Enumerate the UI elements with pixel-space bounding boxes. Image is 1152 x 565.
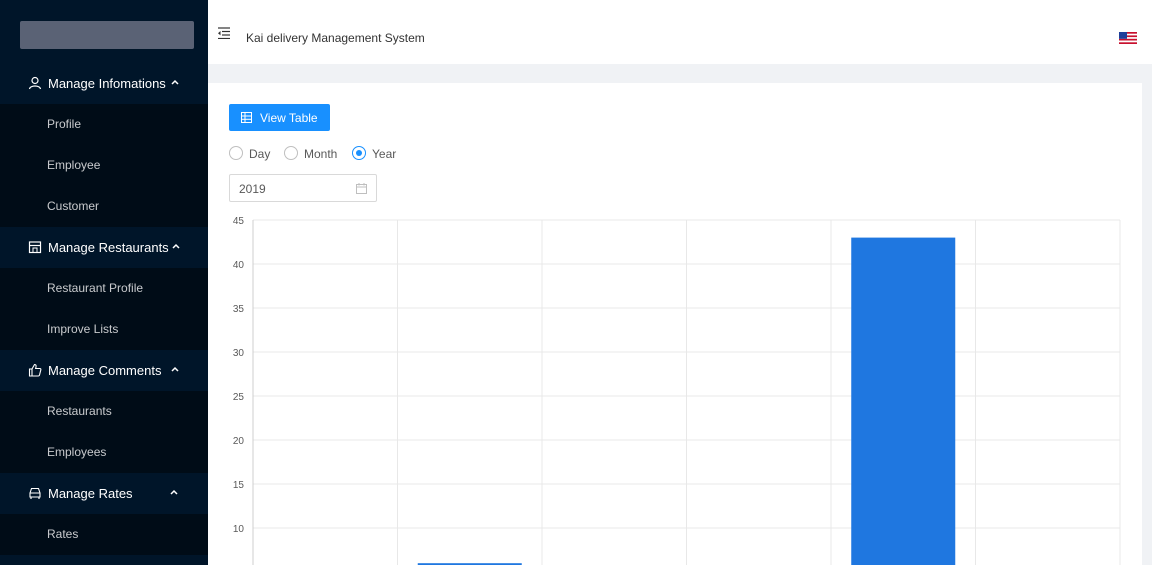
sidebar-item-restaurant-profile[interactable]: Restaurant Profile (0, 268, 208, 309)
user-icon (28, 76, 42, 90)
sidebar: Manage Infomations Profile Employee Cust… (0, 0, 208, 565)
radio-dot (352, 146, 366, 160)
sidebar-item-customer[interactable]: Customer (0, 186, 208, 227)
radio-label: Year (372, 147, 397, 161)
y-tick-label: 40 (233, 260, 245, 271)
view-table-button[interactable]: View Table (229, 104, 330, 131)
radio-dot (229, 146, 243, 160)
year-picker[interactable] (229, 174, 377, 202)
menu-group-label: Manage Rates (48, 486, 133, 501)
radio-dot (284, 146, 298, 160)
sidebar-item-employee[interactable]: Employee (0, 145, 208, 186)
sidebar-item-label: Improve Lists (47, 322, 119, 336)
menu-group-label: Manage Comments (48, 363, 162, 378)
sidebar-item-rates[interactable]: Rates (0, 514, 208, 555)
sidebar-item-label: Employee (47, 158, 101, 172)
sidebar-item-profile[interactable]: Profile (0, 104, 208, 145)
calendar-icon[interactable] (356, 183, 367, 194)
chevron-up-icon (171, 79, 179, 85)
y-tick-label: 10 (233, 524, 245, 535)
chevron-up-icon (172, 243, 180, 249)
bar (851, 237, 956, 565)
y-tick-label: 15 (233, 480, 245, 491)
menu-group-manage-comments[interactable]: Manage Comments (0, 350, 208, 391)
app-title: Kai delivery Management System (246, 31, 425, 45)
chevron-up-icon (171, 366, 179, 372)
bar-chart: 10 15 20 25 30 35 40 45 (233, 216, 1121, 565)
y-tick-label: 20 (233, 436, 245, 447)
table-icon (241, 112, 252, 123)
menu-group-manage-restaurants[interactable]: Manage Restaurants (0, 227, 208, 268)
menu-group-label: Manage Infomations (48, 76, 166, 91)
sidebar-item-restaurants[interactable]: Restaurants (0, 391, 208, 432)
logo[interactable] (20, 21, 194, 49)
y-tick-label: 35 (233, 304, 245, 315)
y-tick-label: 45 (233, 216, 245, 227)
y-tick-label: 30 (233, 348, 245, 359)
sidebar-item-employees[interactable]: Employees (0, 432, 208, 473)
sidebar-item-label: Customer (47, 199, 100, 213)
sidebar-item-label: Restaurant Profile (47, 281, 144, 295)
sidebar-item-label: Restaurants (47, 404, 112, 418)
radio-label: Day (249, 147, 271, 161)
content-card: View Table Day Month Year 10 15 20 25 30 35 40… (208, 83, 1142, 565)
year-input[interactable] (239, 181, 349, 196)
radio-label: Month (304, 147, 338, 161)
sidebar-item-label: Rates (47, 527, 79, 541)
us-flag-icon[interactable] (1119, 32, 1137, 44)
menu-group-label: Manage Restaurants (48, 240, 169, 255)
y-tick-label: 25 (233, 392, 245, 403)
sidebar-item-label: Employees (47, 445, 107, 459)
chevron-up-icon (170, 489, 178, 495)
like-icon (28, 363, 42, 377)
menu-group-manage-infomations[interactable]: Manage Infomations (0, 63, 208, 104)
shop-icon (28, 241, 42, 254)
header: Kai delivery Management System (208, 0, 1152, 64)
sidebar-item-label: Profile (47, 117, 82, 131)
car-icon (29, 487, 41, 499)
menu-fold-icon[interactable] (218, 27, 230, 39)
view-table-label: View Table (260, 111, 318, 125)
sidebar-item-improve-lists[interactable]: Improve Lists (0, 309, 208, 350)
menu-group-manage-rates[interactable]: Manage Rates (0, 473, 208, 514)
